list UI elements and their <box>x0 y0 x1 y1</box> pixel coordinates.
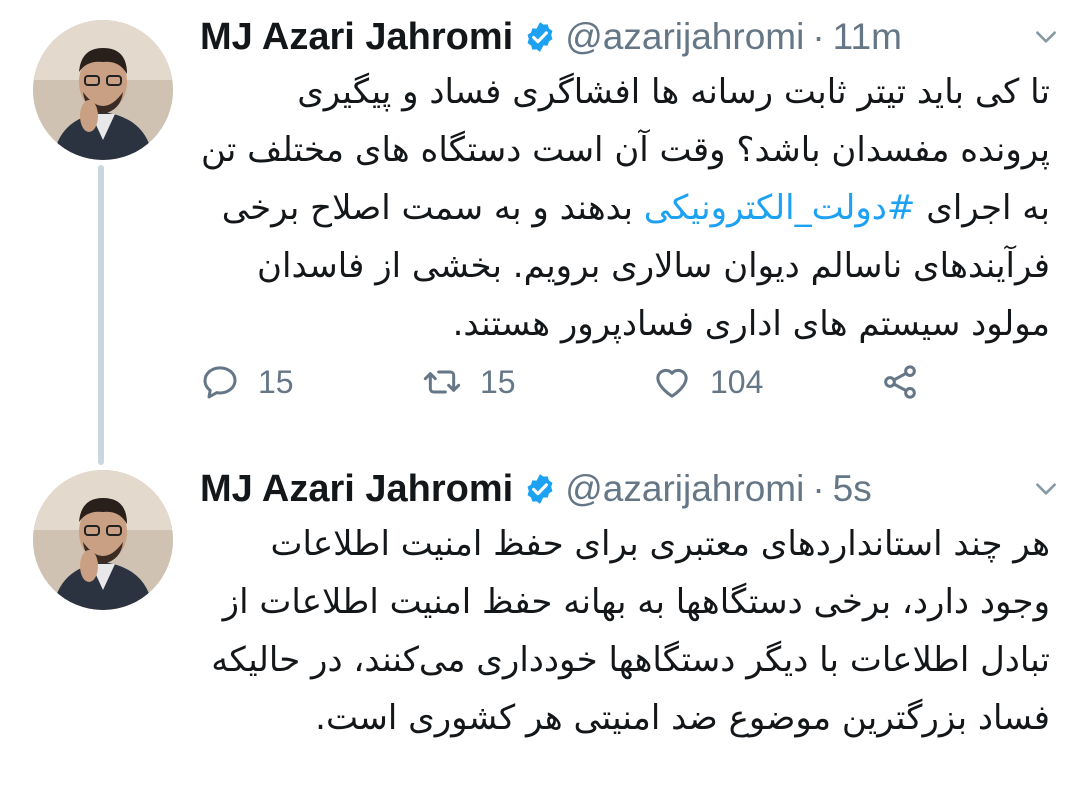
like-count: 104 <box>710 363 764 400</box>
separator-dot: · <box>812 468 825 509</box>
author-handle[interactable]: @azarijahromi <box>565 468 804 510</box>
profile-photo-icon <box>33 20 173 160</box>
author-name[interactable]: MJ Azari Jahromi <box>200 16 513 59</box>
share-button[interactable] <box>880 357 920 407</box>
reply-button[interactable]: 15 <box>200 357 294 407</box>
tweet[interactable]: MJ Azari Jahromi @azarijahromi · 11m تا … <box>0 0 1079 440</box>
avatar[interactable] <box>33 470 173 610</box>
chevron-down-icon[interactable] <box>1033 24 1059 50</box>
heart-icon <box>656 368 688 398</box>
reply-icon <box>203 366 237 399</box>
tweet-timestamp[interactable]: 11m <box>833 16 902 58</box>
reply-count: 15 <box>258 363 294 400</box>
retweet-count: 15 <box>480 363 516 400</box>
author-handle[interactable]: @azarijahromi <box>565 16 804 58</box>
tweet-header: MJ Azari Jahromi @azarijahromi · 11m <box>200 15 1059 59</box>
avatar[interactable] <box>33 20 173 160</box>
separator-dot: · <box>812 16 825 57</box>
verified-badge-icon <box>527 474 553 504</box>
hashtag-link[interactable]: #دولت_الکترونیکی <box>644 188 916 228</box>
tweet-text: تا کی باید تیتر ثابت رسانه ها افشاگری فس… <box>200 63 1050 353</box>
retweet-icon <box>423 370 461 394</box>
verified-badge-icon <box>527 22 553 52</box>
tweet-header: MJ Azari Jahromi @azarijahromi · 5s <box>200 467 1059 511</box>
share-icon <box>884 365 916 399</box>
tweet-actions: 15 15 104 <box>200 357 960 407</box>
profile-photo-icon <box>33 470 173 610</box>
like-button[interactable]: 104 <box>652 357 763 407</box>
retweet-button[interactable]: 15 <box>422 357 516 407</box>
author-name[interactable]: MJ Azari Jahromi <box>200 468 513 511</box>
tweet-text: هر چند استانداردهای معتبری برای حفظ امنی… <box>211 524 1050 738</box>
chevron-down-icon[interactable] <box>1033 476 1059 502</box>
tweet-timestamp[interactable]: 5s <box>833 468 872 510</box>
